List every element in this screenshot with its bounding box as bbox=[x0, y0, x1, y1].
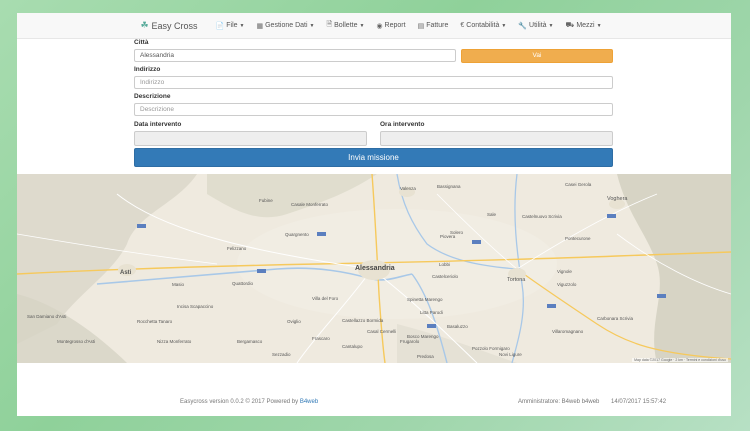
map-town-label: Lobbi bbox=[439, 262, 451, 267]
map-town-label: Casal Cermelli bbox=[367, 329, 397, 334]
map-town-label: Piovera bbox=[440, 234, 456, 239]
truck-icon: ⛟ bbox=[565, 22, 575, 29]
menu-mezzi-label: Mezzi bbox=[576, 22, 595, 29]
menu-bollette-label: Bollette bbox=[334, 22, 358, 29]
menu-file-label: File bbox=[226, 22, 238, 29]
caret-down-icon: ▼ bbox=[501, 22, 507, 29]
map-town-label: Incisa Scapaccino bbox=[177, 304, 214, 309]
map-attribution[interactable]: Map data ©2017 Google · 2 km · Termini e… bbox=[632, 358, 728, 362]
caret-down-icon: ▼ bbox=[309, 22, 315, 29]
map-town-label: Fubine bbox=[259, 198, 273, 203]
map-town-label: Cantalupo bbox=[342, 344, 363, 349]
database-icon: ▦ bbox=[256, 22, 264, 30]
menu-contabilita-label: Contabilità bbox=[466, 22, 500, 29]
map-town-label: Pontecurone bbox=[565, 236, 591, 241]
map-town-label: Villaromagnano bbox=[552, 329, 584, 334]
map-town-label: Felizzano bbox=[227, 246, 247, 251]
brand-name: Easy Cross bbox=[151, 20, 198, 31]
map-city-alessandria: Alessandria bbox=[355, 265, 395, 272]
menu-fatture[interactable]: ▤ Fatture bbox=[418, 22, 449, 30]
page-footer: Easycross version 0.0.2 © 2017 Powered b… bbox=[17, 363, 731, 416]
data-intervento-input[interactable] bbox=[134, 131, 367, 146]
caret-down-icon: ▼ bbox=[359, 22, 365, 29]
menu-gestione-dati-label: Gestione Dati bbox=[265, 22, 308, 29]
invoice-icon: ▤ bbox=[417, 22, 425, 30]
map-town-label: Castellazzo Bormida bbox=[342, 318, 384, 323]
descrizione-input[interactable]: Descrizione bbox=[134, 103, 613, 116]
map-town-label: Oviglio bbox=[287, 319, 301, 324]
map-town-label: Basaluzzo bbox=[447, 324, 468, 329]
footer-b4web-link[interactable]: B4web bbox=[300, 399, 318, 405]
map-town-label: Quattordio bbox=[232, 281, 254, 286]
report-icon: ◉ bbox=[376, 22, 383, 30]
footer-user-info: Amministratore: B4web b4web 14/07/2017 1… bbox=[518, 399, 667, 405]
menu-bollette[interactable]: 🗎 Bollette ▼ bbox=[326, 20, 364, 31]
menu-utilita[interactable]: 🔧 Utilità ▼ bbox=[518, 22, 553, 30]
euro-icon: € bbox=[460, 22, 465, 29]
ora-intervento-label: Ora intervento bbox=[380, 121, 425, 128]
caret-down-icon: ▼ bbox=[596, 22, 602, 29]
app-frame: ☘ Easy Cross 📄 File ▼ ▦ Gestione Dati ▼ … bbox=[17, 13, 731, 416]
map-town-label: Voghera bbox=[607, 196, 628, 202]
ora-intervento-input[interactable] bbox=[380, 131, 613, 146]
map-town-label: Vignole bbox=[557, 269, 572, 274]
map-town-label: Bergamasco bbox=[237, 339, 263, 344]
document-icon: 🗎 bbox=[326, 21, 333, 28]
map-town-label: Castelnuovo Scrivia bbox=[522, 214, 562, 219]
menu-report[interactable]: ◉ Report bbox=[376, 22, 405, 30]
menu-utilita-label: Utilità bbox=[529, 22, 547, 29]
map-town-label: Novi Ligure bbox=[499, 352, 522, 357]
map-town-label: Spinetta Marengo bbox=[407, 297, 443, 302]
map-town-label: Casale Monferrato bbox=[291, 202, 329, 207]
map-town-label: Carbonara Scrivia bbox=[597, 316, 634, 321]
menu-report-label: Report bbox=[384, 22, 406, 29]
indirizzo-input[interactable]: Indirizzo bbox=[134, 76, 613, 89]
map-town-label: Masio bbox=[172, 282, 185, 287]
brand[interactable]: ☘ Easy Cross bbox=[140, 20, 197, 31]
map-town-label: Pozzolo Formigaro bbox=[472, 346, 510, 351]
map-view[interactable]: Alessandria Asti Valenza Tortona Voghera… bbox=[17, 174, 731, 363]
map-town-label: Predosa bbox=[417, 354, 434, 359]
map-town-label: Montegrosso d'Asti bbox=[57, 339, 96, 344]
data-intervento-label: Data intervento bbox=[134, 121, 182, 128]
map-town-label: Bassignana bbox=[437, 184, 461, 189]
vai-button[interactable]: Vai bbox=[461, 49, 613, 63]
footer-version-text: Easycross version 0.0.2 © 2017 Powered b… bbox=[180, 399, 299, 405]
map-town-label: Frascaro bbox=[312, 336, 330, 341]
map-town-label: Valenza bbox=[400, 186, 416, 191]
map-town-label: Sezzadio bbox=[272, 352, 291, 357]
map-town-label: San Damiano d'Asti bbox=[27, 314, 67, 319]
map-town-label: Nizza Monferrato bbox=[157, 339, 192, 344]
descrizione-label: Descrizione bbox=[134, 93, 171, 100]
invia-missione-button[interactable]: Invia missione bbox=[134, 148, 613, 167]
map-town-label: Frugarolo bbox=[400, 339, 420, 344]
wrench-icon: 🔧 bbox=[518, 22, 528, 30]
indirizzo-label: Indirizzo bbox=[134, 66, 161, 73]
top-navbar: ☘ Easy Cross 📄 File ▼ ▦ Gestione Dati ▼ … bbox=[17, 13, 731, 39]
map-town-label: Litta Parodi bbox=[420, 310, 443, 315]
map-town-label: Rocchetta Tanaro bbox=[137, 319, 173, 324]
menu-fatture-label: Fatture bbox=[426, 22, 449, 29]
map-town-label: Casei Gerola bbox=[565, 182, 592, 187]
file-icon: 📄 bbox=[215, 22, 225, 30]
map-town-label: Quargnento bbox=[285, 232, 309, 237]
map-town-label: Sale bbox=[487, 212, 497, 217]
brand-logo-icon: ☘ bbox=[140, 20, 149, 30]
menu-gestione-dati[interactable]: ▦ Gestione Dati ▼ bbox=[256, 22, 314, 30]
map-town-label: Viguzzolo bbox=[557, 282, 577, 287]
map-town-label: Villa del Foro bbox=[312, 296, 339, 301]
citta-label: Città bbox=[134, 39, 149, 46]
map-town-label: Tortona bbox=[507, 277, 526, 283]
map-town-label: Castelceriolo bbox=[432, 274, 459, 279]
caret-down-icon: ▼ bbox=[548, 22, 554, 29]
menu-mezzi[interactable]: ⛟ Mezzi ▼ bbox=[566, 21, 602, 30]
map-town-label: Asti bbox=[120, 270, 132, 276]
footer-version: Easycross version 0.0.2 © 2017 Powered b… bbox=[180, 399, 318, 405]
caret-down-icon: ▼ bbox=[239, 22, 245, 29]
menu-file[interactable]: 📄 File ▼ bbox=[216, 22, 245, 30]
citta-input[interactable]: Alessandria bbox=[134, 49, 456, 62]
menu-contabilita[interactable]: € Contabilità ▼ bbox=[460, 22, 506, 29]
